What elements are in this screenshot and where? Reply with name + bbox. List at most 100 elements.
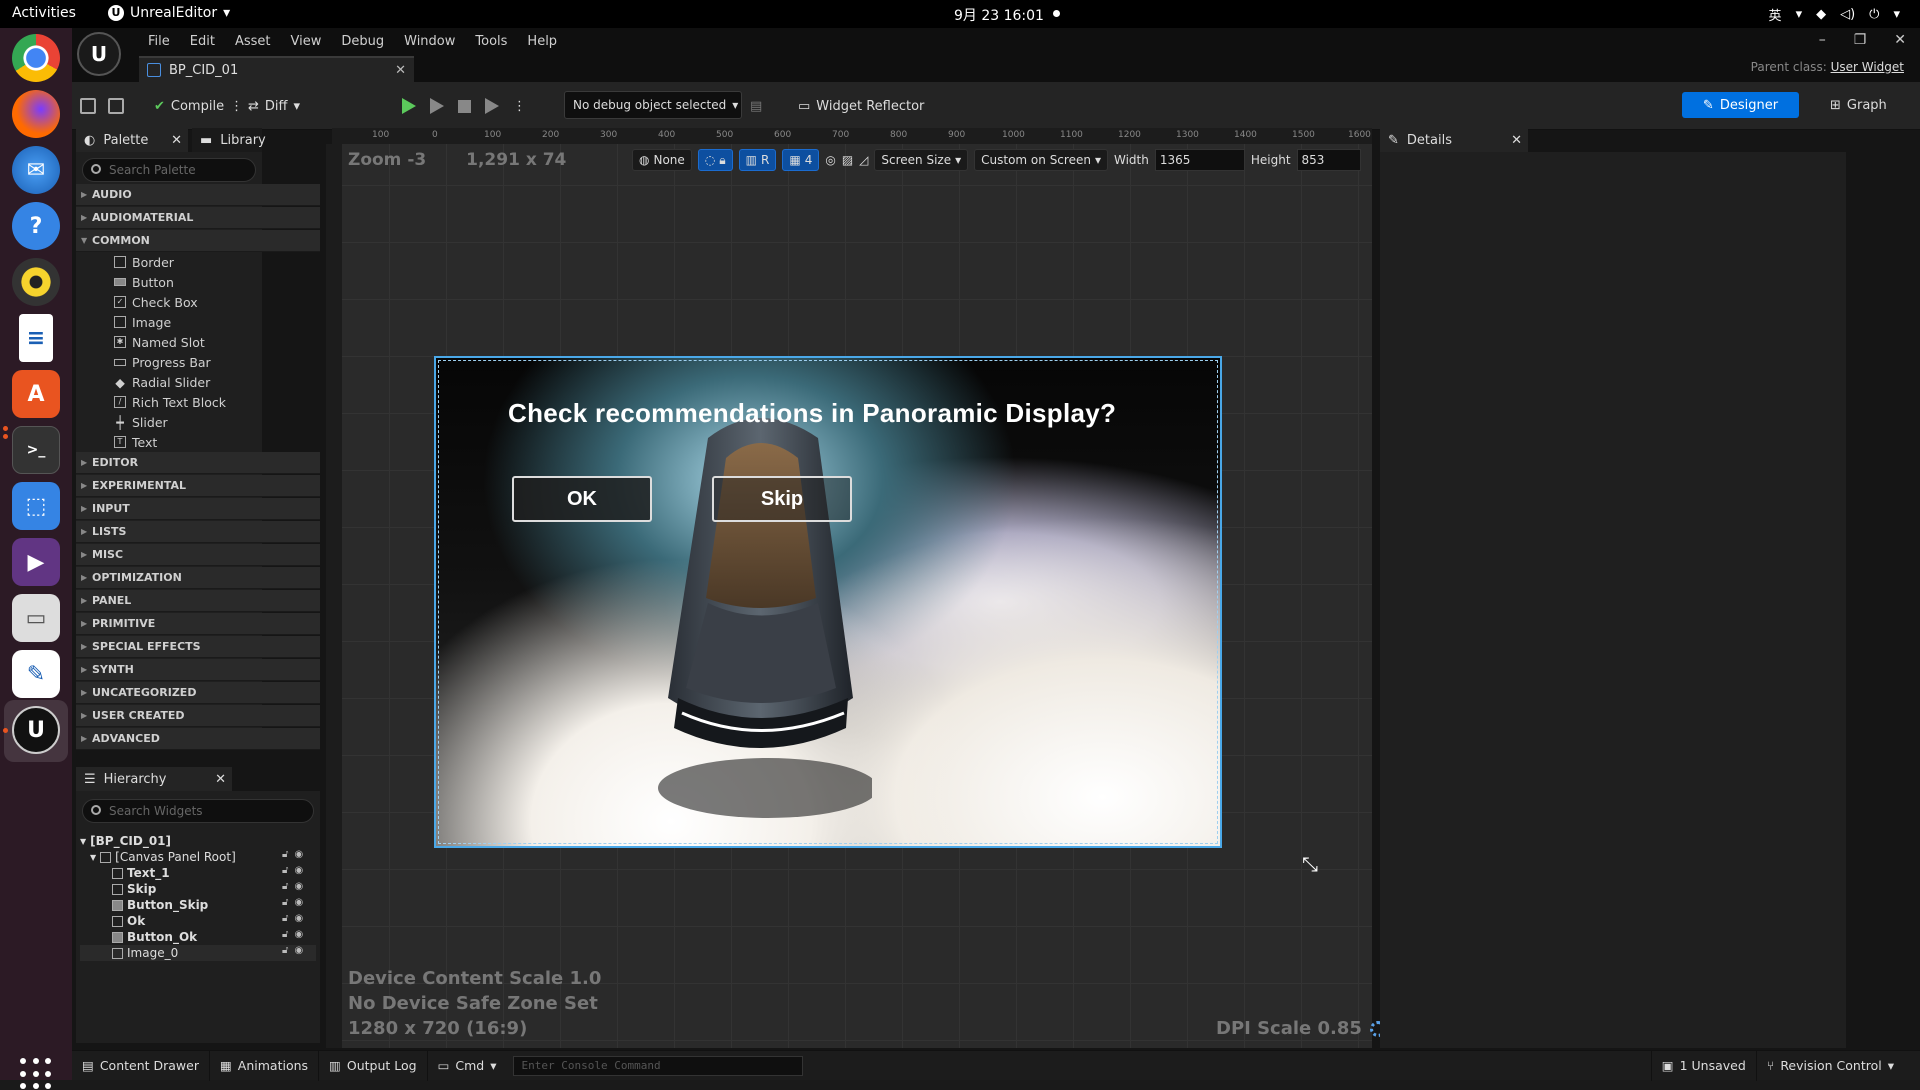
system-tray[interactable]: 英 ▾ ◆ ◁) ⏻ ▾: [1769, 5, 1900, 24]
designer-mode-button[interactable]: ✎ Designer: [1682, 92, 1799, 118]
resize-handle-icon[interactable]: ⤡: [1302, 852, 1318, 876]
screenshot-icon[interactable]: ⬚: [12, 482, 60, 530]
palette-item-rich-text-block[interactable]: / Rich Text Block: [114, 392, 226, 412]
text-editor-icon[interactable]: ✎: [12, 650, 60, 698]
graph-mode-button[interactable]: ⊞ Graph: [1830, 92, 1887, 118]
widget-preview[interactable]: Check recommendations in Panoramic Displ…: [434, 356, 1222, 848]
palette-item-radial-slider[interactable]: ◆ Radial Slider: [114, 372, 210, 392]
compile-button[interactable]: ✔ Compile ⋮: [154, 92, 243, 120]
widget-reflector-button[interactable]: ▭ Widget Reflector: [798, 92, 924, 120]
menu-asset[interactable]: Asset: [225, 30, 281, 53]
outline-icon[interactable]: ◎: [825, 153, 835, 167]
category-advanced[interactable]: ▶ ADVANCED: [76, 728, 320, 750]
category-uncategorized[interactable]: ▶ UNCATEGORIZED: [76, 682, 320, 704]
video-icon[interactable]: ▶: [12, 538, 60, 586]
category-special-effects[interactable]: ▶ SPECIAL EFFECTS: [76, 636, 320, 658]
output-log-button[interactable]: ▥ Output Log: [319, 1050, 428, 1081]
unreal-logo-icon[interactable]: U: [77, 32, 121, 76]
tree-canvas-panel[interactable]: ▼ [Canvas Panel Root]: [90, 849, 236, 865]
tree-item-button-ok[interactable]: Button_Ok: [112, 929, 197, 945]
scale-icon[interactable]: ◿: [859, 153, 868, 167]
unsaved-button[interactable]: ▣ 1 Unsaved: [1650, 1050, 1757, 1081]
category-primitive[interactable]: ▶ PRIMITIVE: [76, 613, 320, 635]
tree-item-image-0[interactable]: Image_0: [80, 945, 316, 961]
browse-button[interactable]: [108, 92, 124, 120]
category-optimization[interactable]: ▶ OPTIMIZATION: [76, 567, 320, 589]
palette-item-border[interactable]: Border: [114, 252, 174, 272]
simulate-icon[interactable]: [485, 98, 499, 114]
revision-control-button[interactable]: ⑂ Revision Control ▾: [1757, 1051, 1904, 1081]
show-apps-icon[interactable]: [20, 1058, 52, 1090]
grid-snap-button[interactable]: ▦ 4: [782, 149, 820, 171]
more-options-icon[interactable]: ⋮: [513, 99, 526, 114]
firefox-icon[interactable]: [12, 90, 60, 138]
step-icon[interactable]: [430, 98, 444, 114]
lock-icon[interactable]: 🔓︎: [282, 897, 288, 908]
app-menu[interactable]: U UnrealEditor ▾: [108, 5, 230, 21]
fill-mode-select[interactable]: Custom on Screen ▾: [974, 149, 1108, 171]
eye-icon[interactable]: ◉: [294, 929, 303, 940]
category-misc[interactable]: ▶ MISC: [76, 544, 320, 566]
category-audio[interactable]: ▶ AUDIO: [76, 184, 320, 206]
minimize-icon[interactable]: –: [1819, 32, 1826, 48]
category-editor[interactable]: ▶ EDITOR: [76, 452, 320, 474]
input-method-indicator[interactable]: 英: [1769, 5, 1782, 24]
lock-icon[interactable]: 🔓︎: [282, 929, 288, 940]
stop-icon[interactable]: [458, 99, 471, 113]
transform-mode-button[interactable]: ◌ 🔒︎: [697, 149, 733, 171]
eye-icon[interactable]: ◉: [294, 913, 303, 924]
width-input[interactable]: 1365: [1154, 149, 1245, 171]
restore-icon[interactable]: ❐: [1854, 32, 1867, 48]
palette-item-check-box[interactable]: ✓ Check Box: [114, 292, 198, 312]
terminal-icon[interactable]: >_: [12, 426, 60, 474]
palette-item-progress-bar[interactable]: Progress Bar: [114, 352, 211, 372]
lock-icon[interactable]: 🔓︎: [282, 913, 288, 924]
app-center-icon[interactable]: A: [12, 370, 60, 418]
ok-button[interactable]: OK: [512, 476, 652, 522]
eye-icon[interactable]: ◉: [294, 865, 303, 876]
tab-palette[interactable]: ◐ Palette ✕: [76, 128, 188, 152]
unreal-editor-icon[interactable]: U: [12, 706, 60, 754]
debug-object-select[interactable]: No debug object selected ▾: [564, 91, 742, 119]
category-experimental[interactable]: ▶ EXPERIMENTAL: [76, 475, 320, 497]
activities-button[interactable]: Activities: [12, 5, 76, 21]
menu-view[interactable]: View: [281, 30, 332, 53]
debug-browse-button[interactable]: ▤: [750, 92, 762, 120]
close-icon[interactable]: ✕: [215, 772, 226, 787]
menu-debug[interactable]: Debug: [331, 30, 394, 53]
eye-icon[interactable]: ◉: [294, 897, 303, 908]
tab-library[interactable]: ▬ Library: [192, 128, 266, 152]
palette-item-button[interactable]: Button: [114, 272, 174, 292]
respect-locks-button[interactable]: ▥ R: [738, 149, 777, 171]
lock-icon[interactable]: 🔓︎: [282, 865, 288, 876]
menu-tools[interactable]: Tools: [465, 30, 517, 53]
document-tab[interactable]: BP_CID_01 ✕: [139, 56, 414, 82]
palette-item-text[interactable]: T Text: [114, 432, 157, 452]
help-icon[interactable]: ?: [12, 202, 60, 250]
content-drawer-button[interactable]: ▤ Content Drawer: [72, 1050, 210, 1081]
animations-button[interactable]: ▦ Animations: [210, 1050, 320, 1081]
category-synth[interactable]: ▶ SYNTH: [76, 659, 320, 681]
tree-item-ok[interactable]: Ok: [112, 913, 145, 929]
save-button[interactable]: [80, 92, 96, 120]
skip-button[interactable]: Skip: [712, 476, 852, 522]
palette-item-image[interactable]: Image: [114, 312, 171, 332]
close-icon[interactable]: ✕: [1511, 133, 1522, 148]
category-panel[interactable]: ▶ PANEL: [76, 590, 320, 612]
localization-preview-button[interactable]: ◍ None: [632, 149, 692, 171]
height-input[interactable]: 853: [1296, 149, 1361, 171]
close-icon[interactable]: ✕: [171, 133, 182, 148]
clock[interactable]: 9月 23 16:01: [954, 5, 1044, 25]
thunderbird-icon[interactable]: ✉: [12, 146, 60, 194]
rhythmbox-icon[interactable]: [12, 258, 60, 306]
diff-button[interactable]: ⇄ Diff ▾: [248, 92, 300, 120]
writer-icon[interactable]: ≡: [19, 314, 53, 362]
palette-item-slider[interactable]: ┿ Slider: [114, 412, 167, 432]
search-widgets-input[interactable]: Search Widgets: [82, 799, 314, 823]
lock-icon[interactable]: 🔓︎: [282, 881, 288, 892]
lock-icon[interactable]: 🔓︎: [282, 849, 288, 860]
parent-class-link[interactable]: User Widget: [1831, 60, 1904, 74]
lock-icon[interactable]: 🔓︎: [282, 945, 288, 956]
play-icon[interactable]: [402, 98, 416, 114]
cmd-select[interactable]: ▭ Cmd ▾: [428, 1051, 507, 1081]
